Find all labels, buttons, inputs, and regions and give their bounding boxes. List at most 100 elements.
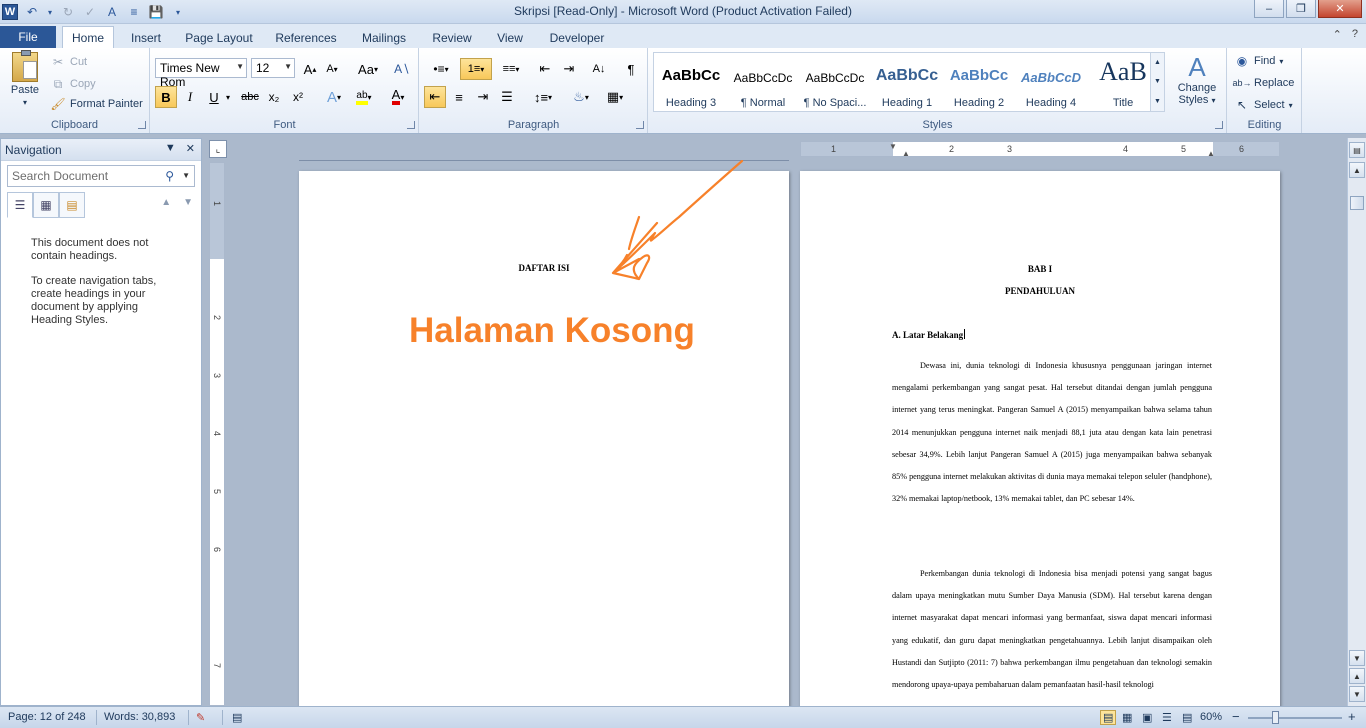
bullets-button[interactable]: •≡ ▾	[426, 58, 456, 80]
previous-page-button[interactable]: ▲	[1349, 668, 1365, 684]
search-document-input[interactable]: Search Document ⚲ ▼	[7, 165, 195, 187]
underline-dropdown-icon[interactable]: ▾	[223, 86, 233, 108]
full-screen-reading-icon[interactable]: ▦	[1122, 711, 1132, 724]
paragraph-launcher-icon[interactable]	[636, 121, 644, 129]
align-center-button[interactable]: ≡	[448, 86, 470, 108]
next-arrow-icon[interactable]: ▼	[183, 197, 193, 208]
clear-formatting-button[interactable]: A∖	[391, 58, 413, 80]
font-size-combo[interactable]: 12 ▼	[251, 58, 295, 78]
superscript-button[interactable]: x²	[287, 86, 309, 108]
style-no-spacing[interactable]: AaBbCcDc ¶ No Spaci...	[800, 57, 870, 111]
subscript-button[interactable]: x₂	[263, 86, 285, 108]
outline-view-icon[interactable]: ☰	[1162, 711, 1172, 724]
browse-headings-tab[interactable]: ☰	[7, 192, 33, 218]
vertical-ruler[interactable]: 1 2 3 4 5 6 7	[209, 162, 225, 706]
font-name-combo[interactable]: Times New Rom ▼	[155, 58, 247, 89]
tab-mailings[interactable]: Mailings	[356, 28, 412, 48]
align-right-button[interactable]: ⇥	[472, 86, 494, 108]
styles-down-icon[interactable]: ▼	[1154, 78, 1161, 85]
borders-button[interactable]: ▦ ▾	[600, 86, 630, 108]
zoom-out-button[interactable]: −	[1232, 709, 1240, 724]
sort-button[interactable]: A↓	[588, 58, 610, 80]
zoom-in-button[interactable]: +	[1348, 709, 1356, 724]
tab-view[interactable]: View	[490, 28, 530, 48]
highlight-button[interactable]: ab ▾	[349, 86, 379, 108]
next-page-button[interactable]: ▼	[1349, 686, 1365, 702]
bold-button[interactable]: B	[155, 86, 177, 108]
nav-options-icon[interactable]: ▼	[165, 142, 176, 155]
document-area[interactable]: DAFTAR ISI Halaman Kosong BAB I PENDAHUL…	[228, 160, 1342, 706]
justify-button[interactable]: ☰	[496, 86, 518, 108]
styles-launcher-icon[interactable]	[1215, 121, 1223, 129]
underline-button[interactable]: U	[203, 86, 225, 108]
zoom-level[interactable]: 60%	[1200, 711, 1222, 723]
browse-results-tab[interactable]: ▤	[59, 192, 85, 218]
previous-arrow-icon[interactable]: ▲	[161, 197, 171, 208]
styles-up-icon[interactable]: ▲	[1154, 59, 1161, 66]
show-formatting-button[interactable]: ¶	[620, 58, 642, 80]
view-ruler-button[interactable]: ▤	[1349, 142, 1365, 158]
restore-button[interactable]: ❐	[1286, 0, 1316, 18]
tab-home[interactable]: Home	[62, 26, 114, 48]
tab-review[interactable]: Review	[426, 28, 478, 48]
macro-record-icon[interactable]: ▤	[232, 711, 242, 724]
change-styles-button[interactable]: A Change Styles ▾	[1173, 52, 1221, 106]
hanging-indent-marker[interactable]: ▲	[902, 149, 910, 158]
proofing-error-icon[interactable]: ✎	[196, 711, 205, 724]
numbering-button[interactable]: 1≡ ▾	[460, 58, 492, 80]
strikethrough-button[interactable]: abc	[237, 86, 263, 108]
ribbon-minimize-icon[interactable]: ⌃	[1333, 28, 1342, 41]
word-count[interactable]: Words: 30,893	[104, 711, 175, 723]
multilevel-list-button[interactable]: ≡≡ ▾	[496, 58, 526, 80]
scroll-thumb[interactable]	[1350, 196, 1364, 210]
text-effects-button[interactable]: A ▾	[319, 86, 349, 108]
style-normal[interactable]: AaBbCcDc ¶ Normal	[728, 57, 798, 111]
search-dropdown-icon[interactable]: ▼	[182, 171, 190, 180]
shrink-font-button[interactable]: A ▾	[321, 58, 343, 80]
tab-selector-button[interactable]: ⌞	[209, 140, 227, 158]
replace-button[interactable]: ab→ Replace	[1233, 75, 1295, 91]
zoom-slider[interactable]	[1248, 717, 1342, 719]
grow-font-button[interactable]: A ▴	[299, 58, 321, 80]
print-layout-view-icon[interactable]: ▤	[1100, 710, 1117, 725]
style-title[interactable]: AaB Title	[1088, 57, 1158, 111]
tab-developer[interactable]: Developer	[546, 28, 608, 48]
select-button[interactable]: ↖ Select ▾	[1234, 97, 1293, 113]
browse-pages-tab[interactable]: ▦	[33, 192, 59, 218]
zoom-slider-thumb[interactable]	[1272, 711, 1279, 724]
close-button[interactable]: ✕	[1318, 0, 1362, 18]
style-heading-4[interactable]: AaBbCcD Heading 4	[1016, 57, 1086, 111]
find-button[interactable]: ◉ Find ▾	[1234, 53, 1284, 69]
italic-button[interactable]: I	[179, 86, 201, 108]
tab-page-layout[interactable]: Page Layout	[182, 28, 256, 48]
shading-button[interactable]: ♨ ▾	[566, 86, 596, 108]
nav-close-icon[interactable]: ✕	[186, 142, 195, 155]
paste-button[interactable]: Paste ▾	[8, 50, 42, 107]
right-indent-marker[interactable]: ▲	[1207, 149, 1215, 158]
font-launcher-icon[interactable]	[407, 121, 415, 129]
minimize-button[interactable]: –	[1254, 0, 1284, 18]
help-icon[interactable]: ?	[1352, 28, 1358, 41]
line-spacing-button[interactable]: ↕≡ ▾	[528, 86, 558, 108]
page-count[interactable]: Page: 12 of 248	[8, 711, 86, 723]
styles-scroll[interactable]: ▲ ▼ ▼	[1150, 53, 1164, 111]
copy-button[interactable]: ⧉ Copy	[50, 76, 96, 92]
tab-references[interactable]: References	[270, 28, 342, 48]
page-bab-1[interactable]: BAB I PENDAHULUAN A. Latar Belakang Dewa…	[800, 171, 1280, 706]
first-line-indent-marker[interactable]: ▼	[889, 142, 897, 151]
style-heading-1[interactable]: AaBbCc Heading 1	[872, 57, 942, 111]
style-heading-3[interactable]: AaBbCc Heading 3	[656, 57, 726, 111]
increase-indent-button[interactable]: ⇥	[558, 58, 580, 80]
vertical-scrollbar[interactable]: ▤ ▲ ▼ ▲ ▼	[1347, 138, 1366, 706]
cut-button[interactable]: ✂ Cut	[50, 54, 87, 70]
search-icon[interactable]: ⚲	[165, 169, 174, 183]
format-painter-button[interactable]: 🖌 Format Painter	[50, 96, 142, 112]
draft-view-icon[interactable]: ▤	[1182, 711, 1192, 724]
font-color-button[interactable]: A ▾	[383, 86, 413, 108]
scroll-down-button[interactable]: ▼	[1349, 650, 1365, 666]
page-daftar-isi[interactable]: DAFTAR ISI Halaman Kosong	[299, 160, 789, 706]
tab-insert[interactable]: Insert	[124, 28, 168, 48]
align-left-button[interactable]: ⇤	[424, 86, 446, 108]
scroll-up-button[interactable]: ▲	[1349, 162, 1365, 178]
style-heading-2[interactable]: AaBbCc Heading 2	[944, 57, 1014, 111]
